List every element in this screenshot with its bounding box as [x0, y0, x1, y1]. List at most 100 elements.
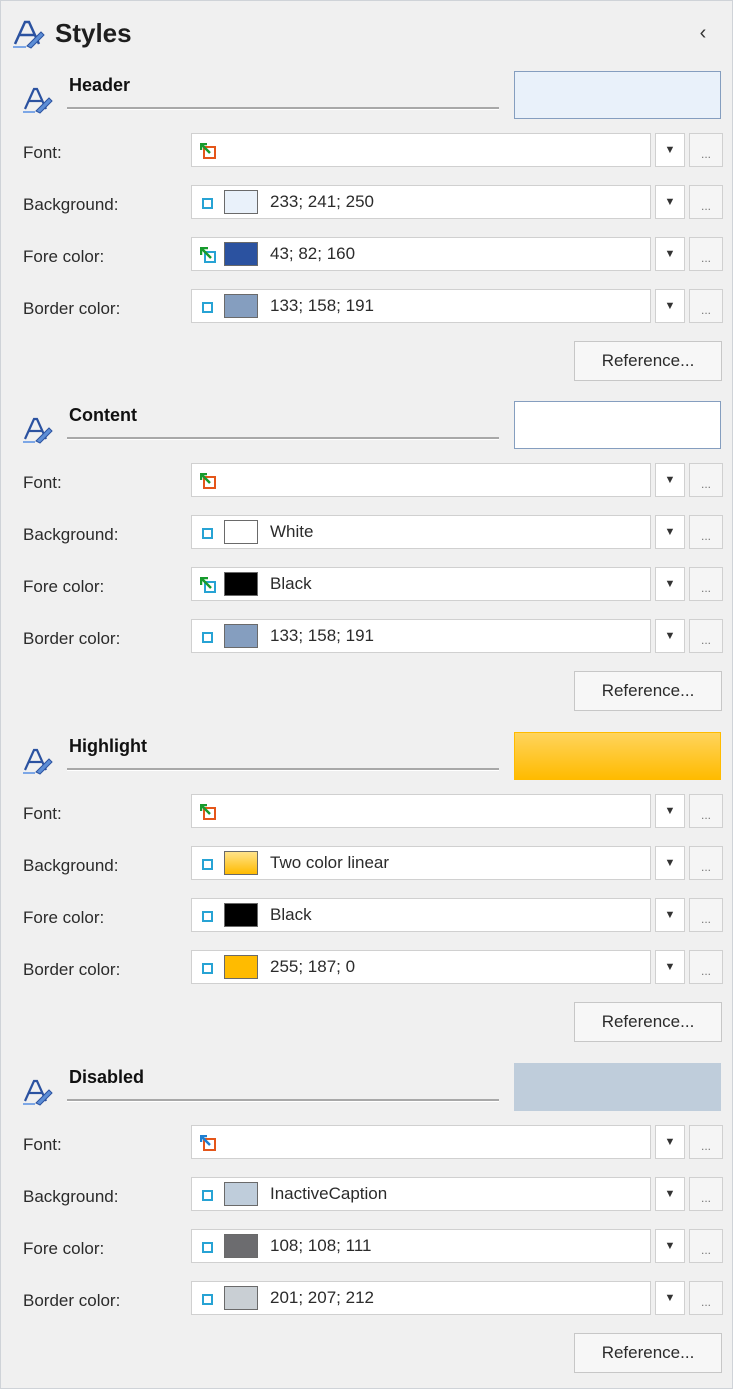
fore-color-label: Fore color:: [23, 908, 105, 927]
reference-button[interactable]: Reference...: [574, 1002, 722, 1042]
font-row: Font: ▼ ...: [1, 1125, 732, 1167]
reference-button[interactable]: Reference...: [574, 341, 722, 381]
ellipsis-button[interactable]: ...: [689, 289, 723, 323]
state-checkbox[interactable]: [202, 859, 213, 870]
style-icon: [23, 1079, 53, 1106]
font-combo[interactable]: [191, 1125, 651, 1159]
background-combo[interactable]: 233; 241; 250: [191, 185, 651, 219]
border-color-combo[interactable]: 201; 207; 212: [191, 1281, 651, 1315]
border-color-value: 133; 158; 191: [270, 296, 374, 315]
state-checkbox[interactable]: [202, 528, 213, 539]
border-color-combo[interactable]: 133; 158; 191: [191, 619, 651, 653]
section-title: Disabled: [69, 1067, 145, 1087]
color-swatch: [224, 242, 258, 266]
style-preview: [514, 1063, 721, 1111]
fore-color-combo[interactable]: Black: [191, 898, 651, 932]
dropdown-arrow-icon[interactable]: ▼: [655, 237, 685, 271]
dropdown-arrow-icon[interactable]: ▼: [655, 1177, 685, 1211]
ellipsis-button[interactable]: ...: [689, 619, 723, 653]
state-checkbox[interactable]: [202, 1190, 213, 1201]
color-swatch: [224, 903, 258, 927]
style-section-highlight: Highlight Font: ▼ ... Background: Two co…: [1, 726, 732, 1056]
section-divider: [67, 1099, 499, 1102]
dropdown-arrow-icon[interactable]: ▼: [655, 515, 685, 549]
ellipsis-button[interactable]: ...: [689, 898, 723, 932]
section-title: Header: [69, 75, 131, 95]
inherit-icon[interactable]: [199, 472, 216, 489]
inherit-icon[interactable]: [199, 142, 216, 159]
reference-button[interactable]: Reference...: [574, 671, 722, 711]
fore-color-row: Fore color: 108; 108; 111 ▼ ...: [1, 1229, 732, 1271]
font-combo[interactable]: [191, 463, 651, 497]
inherit-icon[interactable]: [199, 1134, 216, 1151]
ellipsis-button[interactable]: ...: [689, 1229, 723, 1263]
border-color-combo[interactable]: 133; 158; 191: [191, 289, 651, 323]
dropdown-arrow-icon[interactable]: ▼: [655, 1125, 685, 1159]
inherit-icon[interactable]: [199, 576, 216, 593]
state-checkbox[interactable]: [202, 963, 213, 974]
dropdown-arrow-icon[interactable]: ▼: [655, 185, 685, 219]
dropdown-arrow-icon[interactable]: ▼: [655, 619, 685, 653]
dropdown-arrow-icon[interactable]: ▼: [655, 567, 685, 601]
section-divider: [67, 437, 499, 440]
ellipsis-button[interactable]: ...: [689, 237, 723, 271]
dropdown-arrow-icon[interactable]: ▼: [655, 1229, 685, 1263]
collapse-icon[interactable]: ‹: [692, 21, 714, 45]
fore-color-combo[interactable]: 108; 108; 111: [191, 1229, 651, 1263]
color-swatch: [224, 572, 258, 596]
inherit-icon[interactable]: [199, 246, 216, 263]
style-preview: [514, 71, 721, 119]
fore-color-combo[interactable]: 43; 82; 160: [191, 237, 651, 271]
background-value: Two color linear: [270, 853, 390, 872]
style-section-header: Header Font: ▼ ... Background: 233; 241;…: [1, 65, 732, 395]
fore-color-combo[interactable]: Black: [191, 567, 651, 601]
ellipsis-button[interactable]: ...: [689, 515, 723, 549]
dropdown-arrow-icon[interactable]: ▼: [655, 846, 685, 880]
dropdown-arrow-icon[interactable]: ▼: [655, 794, 685, 828]
state-checkbox[interactable]: [202, 632, 213, 643]
border-color-row: Border color: 255; 187; 0 ▼ ...: [1, 950, 732, 992]
ellipsis-button[interactable]: ...: [689, 1125, 723, 1159]
font-label: Font:: [23, 1135, 62, 1154]
ellipsis-button[interactable]: ...: [689, 1281, 723, 1315]
background-combo[interactable]: White: [191, 515, 651, 549]
fore-color-value: Black: [270, 574, 312, 593]
background-row: Background: 233; 241; 250 ▼ ...: [1, 185, 732, 227]
dropdown-arrow-icon[interactable]: ▼: [655, 898, 685, 932]
state-checkbox[interactable]: [202, 911, 213, 922]
state-checkbox[interactable]: [202, 302, 213, 313]
border-color-combo[interactable]: 255; 187; 0: [191, 950, 651, 984]
inherit-icon[interactable]: [199, 803, 216, 820]
background-label: Background:: [23, 1187, 119, 1206]
border-color-value: 201; 207; 212: [270, 1288, 374, 1307]
ellipsis-button[interactable]: ...: [689, 846, 723, 880]
ellipsis-button[interactable]: ...: [689, 1177, 723, 1211]
dropdown-arrow-icon[interactable]: ▼: [655, 289, 685, 323]
border-color-row: Border color: 133; 158; 191 ▼ ...: [1, 289, 732, 331]
dropdown-arrow-icon[interactable]: ▼: [655, 133, 685, 167]
dropdown-arrow-icon[interactable]: ▼: [655, 1281, 685, 1315]
background-combo[interactable]: InactiveCaption: [191, 1177, 651, 1211]
section-header: Disabled: [1, 1057, 732, 1117]
ellipsis-button[interactable]: ...: [689, 133, 723, 167]
ellipsis-button[interactable]: ...: [689, 567, 723, 601]
section-header: Highlight: [1, 726, 732, 786]
state-checkbox[interactable]: [202, 1294, 213, 1305]
style-preview: [514, 732, 721, 780]
ellipsis-button[interactable]: ...: [689, 950, 723, 984]
ellipsis-button[interactable]: ...: [689, 794, 723, 828]
border-color-label: Border color:: [23, 299, 121, 318]
ellipsis-button[interactable]: ...: [689, 185, 723, 219]
background-label: Background:: [23, 525, 119, 544]
background-value: 233; 241; 250: [270, 192, 374, 211]
font-combo[interactable]: [191, 794, 651, 828]
dropdown-arrow-icon[interactable]: ▼: [655, 950, 685, 984]
ellipsis-button[interactable]: ...: [689, 463, 723, 497]
font-combo[interactable]: [191, 133, 651, 167]
dropdown-arrow-icon[interactable]: ▼: [655, 463, 685, 497]
state-checkbox[interactable]: [202, 1242, 213, 1253]
state-checkbox[interactable]: [202, 198, 213, 209]
reference-button[interactable]: Reference...: [574, 1333, 722, 1373]
color-swatch: [224, 624, 258, 648]
background-combo[interactable]: Two color linear: [191, 846, 651, 880]
